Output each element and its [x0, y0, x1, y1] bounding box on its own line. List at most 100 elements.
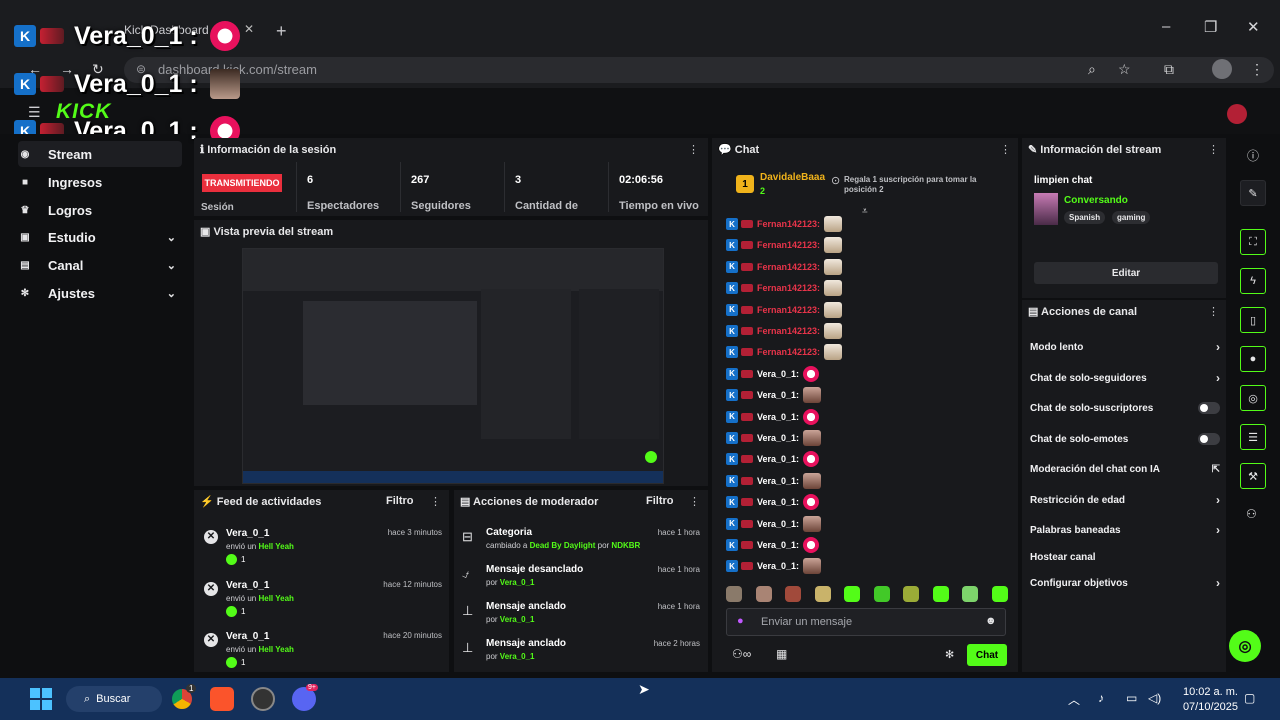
sidebar-item-estudio[interactable]: ▣ Estudio ⌄ — [18, 224, 182, 250]
action-slow-mode[interactable]: Modo lento › — [1030, 337, 1220, 357]
emote-icon[interactable] — [962, 586, 979, 602]
category-name[interactable]: Conversando — [1064, 195, 1128, 206]
list-icon[interactable]: ☰ — [1240, 424, 1266, 450]
chat-message-input[interactable]: ● Enviar un mensaje ☻ — [726, 608, 1006, 636]
chat-username[interactable]: Vera_0_1: — [757, 454, 799, 464]
mic-icon[interactable]: ● — [737, 615, 744, 627]
taskbar-search[interactable]: ⌕ Buscar — [66, 686, 162, 712]
chat-username[interactable]: Vera_0_1: — [757, 412, 799, 422]
chevron-up-icon[interactable]: ︿ — [1068, 691, 1080, 708]
info-icon[interactable]: ⓘ — [1247, 147, 1259, 164]
emote-icon[interactable] — [755, 586, 772, 602]
action-ai-moderation[interactable]: Moderación del chat con IA ⇱ — [1030, 459, 1220, 479]
send-chat-button[interactable]: Chat — [967, 644, 1007, 666]
chat-username[interactable]: Vera_0_1: — [757, 369, 799, 379]
emote-icon[interactable] — [903, 586, 920, 602]
gifter-username[interactable]: DavidaleBaaa — [760, 172, 825, 183]
windows-start-icon[interactable] — [30, 688, 52, 710]
action-host-channel[interactable]: Hostear canal — [1030, 547, 1220, 567]
browser-menu-icon[interactable]: ⋮ — [1250, 61, 1264, 78]
volume-icon[interactable]: ◁) — [1148, 691, 1161, 705]
action-configure-goals[interactable]: Configurar objetivos › — [1030, 573, 1220, 593]
chat-username[interactable]: Vera_0_1: — [757, 519, 799, 529]
tab-close-icon[interactable]: ✕ — [244, 22, 254, 36]
emote-icon[interactable] — [932, 586, 949, 602]
restore-button[interactable]: ❐ — [1204, 18, 1217, 36]
emote-icon[interactable] — [814, 586, 831, 602]
emote-icon[interactable] — [785, 586, 802, 602]
network-icon[interactable]: ▭ — [1126, 691, 1137, 705]
emote-icon[interactable] — [873, 586, 890, 602]
chat-username[interactable]: Fernan142123: — [757, 326, 820, 336]
more-options-icon[interactable]: ⋮ — [430, 495, 441, 508]
action-subscribers-only[interactable]: Chat de solo-suscriptores — [1030, 398, 1220, 418]
profile-avatar[interactable] — [1212, 59, 1232, 79]
zoom-icon[interactable]: ⌕ — [1088, 61, 1096, 78]
tag-chip[interactable]: Spanish — [1064, 211, 1106, 224]
chat-username[interactable]: Fernan142123: — [757, 262, 820, 272]
add-widget-icon[interactable]: ⚇ — [1246, 507, 1257, 521]
scroll-down-icon[interactable]: ⩡ — [862, 206, 868, 217]
stat-viewers: 6 Espectadores — [296, 162, 400, 212]
minimize-button[interactable]: – — [1162, 18, 1170, 35]
more-options-icon[interactable]: ⋮ — [1208, 305, 1219, 318]
sidebar-item-label: Ajustes — [48, 285, 95, 301]
more-options-icon[interactable]: ⋮ — [689, 495, 700, 508]
feed-filter-button[interactable]: Filtro — [386, 495, 414, 507]
modact-filter-button[interactable]: Filtro — [646, 495, 674, 507]
sidebar-item-ingresos[interactable]: ■ Ingresos — [18, 169, 182, 195]
calendar-icon[interactable]: ▦ — [776, 647, 787, 661]
brave-icon[interactable] — [210, 687, 234, 711]
chat-username[interactable]: Vera_0_1: — [757, 540, 799, 550]
taskbar-clock[interactable]: 10:02 a. m. 07/10/2025 — [1178, 685, 1238, 715]
more-options-icon[interactable]: ⋮ — [688, 143, 699, 156]
wrench-icon[interactable]: ⚒ — [1240, 463, 1266, 489]
extensions-icon[interactable]: ⧉ — [1164, 61, 1174, 78]
chat-bubble-icon[interactable]: ● — [1240, 346, 1266, 372]
more-options-icon[interactable]: ⋮ — [1000, 143, 1011, 156]
chat-username[interactable]: Vera_0_1: — [757, 561, 799, 571]
action-banned-words[interactable]: Palabras baneadas › — [1030, 520, 1220, 540]
sidebar-item-stream[interactable]: ◉ Stream — [18, 141, 182, 167]
stream-preview-video[interactable] — [242, 248, 664, 484]
obs-icon[interactable] — [251, 687, 275, 711]
new-tab-button[interactable]: + — [276, 21, 287, 42]
tag-chip[interactable]: gaming — [1112, 211, 1151, 224]
action-age-restriction[interactable]: Restricción de edad › — [1030, 490, 1220, 510]
chat-username[interactable]: Fernan142123: — [757, 347, 820, 357]
emote-icon[interactable] — [844, 586, 861, 602]
bolt-icon[interactable]: ϟ — [1240, 268, 1266, 294]
emote-icon[interactable] — [991, 586, 1008, 602]
user-avatar[interactable] — [1227, 104, 1247, 124]
chat-username[interactable]: Vera_0_1: — [757, 497, 799, 507]
emote-icon — [803, 472, 822, 489]
action-followers-only[interactable]: Chat de solo-seguidores › — [1030, 368, 1220, 388]
chat-username[interactable]: Fernan142123: — [757, 219, 820, 229]
document-icon[interactable]: ▯ — [1240, 307, 1266, 333]
edit-stream-button[interactable]: Editar — [1034, 262, 1218, 284]
action-emotes-only[interactable]: Chat de solo-emotes — [1030, 429, 1220, 449]
support-icon[interactable]: ◎ — [1229, 630, 1261, 662]
sidebar-item-canal[interactable]: ▤ Canal ⌄ — [18, 252, 182, 278]
edit-icon[interactable]: ✎ — [1240, 180, 1266, 206]
chat-username[interactable]: Vera_0_1: — [757, 433, 799, 443]
chat-username[interactable]: Fernan142123: — [757, 240, 820, 250]
bookmark-star-icon[interactable]: ☆ — [1118, 61, 1131, 78]
chat-username[interactable]: Vera_0_1: — [757, 390, 799, 400]
chat-username[interactable]: Fernan142123: — [757, 283, 820, 293]
chat-username[interactable]: Fernan142123: — [757, 305, 820, 315]
settings-icon[interactable]: ⚇∞ — [732, 647, 751, 661]
kick-badge-icon: K — [726, 496, 738, 509]
broadcast-icon[interactable]: ◎ — [1240, 385, 1266, 411]
capture-icon[interactable]: ⛶ — [1240, 229, 1266, 255]
gear-icon[interactable]: ✻ — [945, 648, 954, 661]
sidebar-item-logros[interactable]: ♛ Logros — [18, 197, 182, 223]
emoji-icon[interactable]: ☻ — [985, 615, 997, 627]
mic-icon[interactable]: ♪ — [1098, 691, 1104, 705]
chat-username[interactable]: Vera_0_1: — [757, 476, 799, 486]
more-options-icon[interactable]: ⋮ — [1208, 143, 1219, 156]
emote-icon[interactable] — [726, 586, 742, 602]
close-window-button[interactable]: ✕ — [1247, 18, 1260, 36]
sidebar-item-ajustes[interactable]: ✻ Ajustes ⌄ — [18, 280, 182, 306]
notification-icon[interactable]: ▢ — [1244, 691, 1255, 705]
